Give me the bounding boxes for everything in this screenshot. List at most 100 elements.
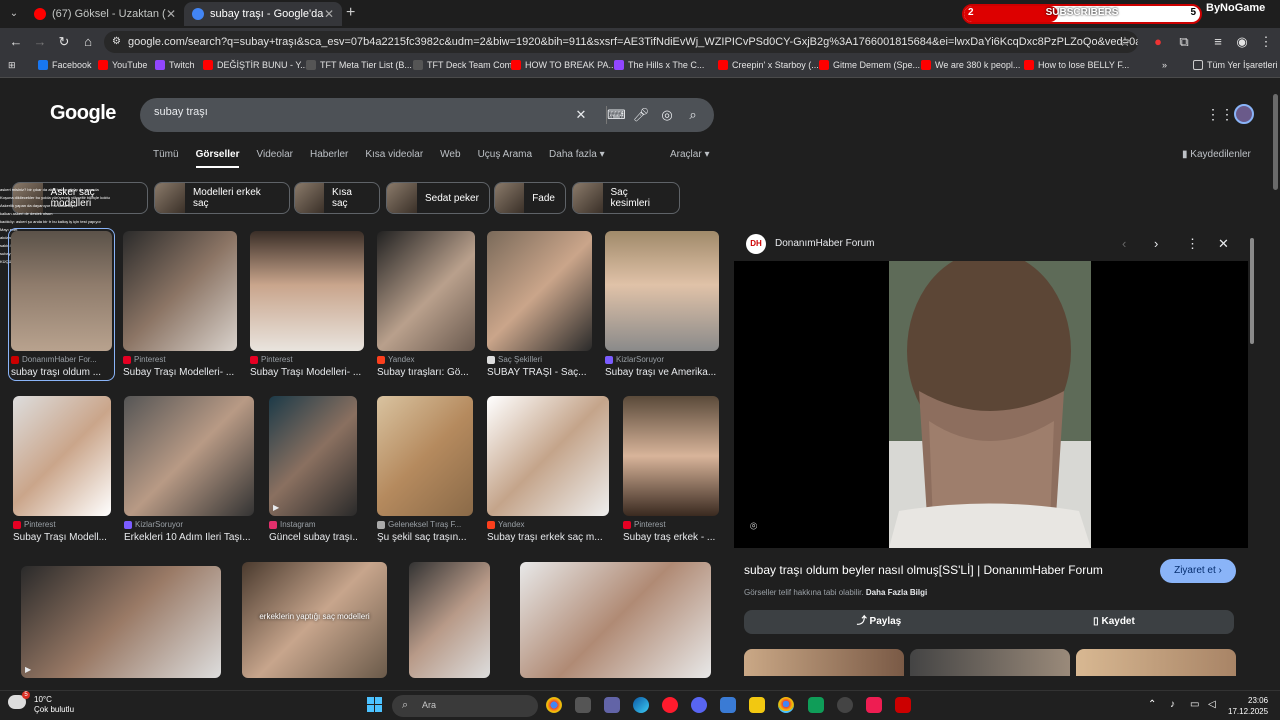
- discord-icon[interactable]: [691, 697, 707, 713]
- page-scroll-thumb[interactable]: [1273, 94, 1278, 190]
- mail-icon[interactable]: [720, 697, 736, 713]
- save-button[interactable]: ▯ Kaydet: [994, 610, 1234, 634]
- close-icon[interactable]: ✕: [1218, 236, 1229, 252]
- more-options-icon[interactable]: ⋮: [1186, 236, 1199, 252]
- tab-web[interactable]: Web: [440, 149, 460, 168]
- reload-icon[interactable]: ↻: [56, 34, 72, 50]
- chrome-icon[interactable]: [546, 697, 562, 713]
- site-info-icon[interactable]: ⚙: [112, 36, 121, 47]
- result-item[interactable]: ▶ Instagram Güncel subay traşı...: [269, 396, 357, 543]
- bookmark-item[interactable]: YouTube: [98, 60, 147, 70]
- chip-sedat[interactable]: Sedat peker: [386, 182, 490, 214]
- menu-icon[interactable]: ⋮: [1258, 34, 1274, 50]
- volume-icon[interactable]: ◁: [1208, 699, 1216, 710]
- search-input[interactable]: [154, 106, 554, 118]
- forward-icon[interactable]: →: [32, 34, 48, 50]
- lens-search-icon[interactable]: ⌾: [750, 519, 757, 534]
- bookmark-item[interactable]: The Hills x The C...: [614, 60, 704, 70]
- tab-search-icon[interactable]: ⌄: [6, 6, 22, 22]
- visit-button[interactable]: Ziyaret et ›: [1160, 559, 1236, 583]
- mic-tray-icon[interactable]: ♪: [1170, 699, 1175, 710]
- saved-button[interactable]: ▮ Kaydedilenler: [1182, 149, 1251, 160]
- result-item[interactable]: KizlarSoruyor Subay traşı ve Amerika...: [605, 231, 719, 378]
- bookmark-item[interactable]: How to lose BELLY F...: [1024, 60, 1129, 70]
- bookmark-item[interactable]: TFT Deck Team Com...: [413, 60, 520, 70]
- result-item[interactable]: Saç Şekilleri SUBAY TRAŞI - Saç...: [487, 231, 592, 378]
- result-item[interactable]: [520, 562, 711, 678]
- youtube-music-icon[interactable]: [895, 697, 911, 713]
- bookmark-item[interactable]: Facebook: [38, 60, 92, 70]
- weather-widget[interactable]: 5 10°C Çok bulutlu: [8, 691, 74, 714]
- result-item[interactable]: ▶: [21, 566, 221, 678]
- keyboard-icon[interactable]: ⌨: [606, 106, 626, 124]
- address-bar[interactable]: ⚙ google.com/search?q=subay+traşı&sca_es…: [104, 31, 1138, 53]
- search-icon[interactable]: ⌕: [684, 106, 702, 124]
- green-app-icon[interactable]: [808, 697, 824, 713]
- result-item[interactable]: Pinterest Subay Traşı Modelleri- ...: [250, 231, 364, 378]
- profile-icon[interactable]: ◉: [1234, 34, 1250, 50]
- related-image[interactable]: [1076, 649, 1236, 676]
- clear-icon[interactable]: ✕: [572, 106, 590, 124]
- tab-images[interactable]: Görseller: [195, 149, 240, 168]
- reading-list-icon[interactable]: ≡: [1210, 34, 1226, 50]
- result-item[interactable]: Pinterest Subay traş erkek - ...: [623, 396, 719, 543]
- close-icon[interactable]: ✕: [324, 7, 334, 21]
- chip-fade[interactable]: Fade: [494, 182, 566, 214]
- close-icon[interactable]: ✕: [166, 7, 176, 21]
- related-image[interactable]: [910, 649, 1070, 676]
- mic-icon[interactable]: 🎤︎: [632, 106, 650, 124]
- tab-videos[interactable]: Videolar: [256, 149, 293, 168]
- tab-short-videos[interactable]: Kısa videolar: [365, 149, 423, 168]
- panel-title[interactable]: subay traşı oldum beyler nasıl olmuş[SS'…: [744, 563, 1103, 577]
- home-icon[interactable]: ⌂: [80, 34, 96, 50]
- bookmark-item[interactable]: Gitme Demem (Spe...: [819, 60, 920, 70]
- file-explorer-icon[interactable]: [749, 697, 765, 713]
- chrome-active-icon[interactable]: [778, 697, 794, 713]
- tools-button[interactable]: Araçlar ▾: [670, 149, 709, 160]
- avatar[interactable]: [1234, 104, 1254, 124]
- app-icon[interactable]: [837, 697, 853, 713]
- tray-overflow-icon[interactable]: ⌃: [1148, 699, 1156, 710]
- system-clock[interactable]: 23:06 17.12.2025: [1228, 695, 1268, 717]
- calculator-icon[interactable]: [575, 697, 591, 713]
- result-item[interactable]: Pinterest Subay Traşı Modelleri- ...: [123, 231, 237, 378]
- all-bookmarks[interactable]: Tüm Yer İşaretleri: [1193, 60, 1278, 70]
- bookmark-item[interactable]: DEĞİŞTİR BUNU - Y...: [203, 60, 308, 70]
- chip-sac[interactable]: Saç kesimleri: [572, 182, 680, 214]
- tab-all[interactable]: Tümü: [153, 149, 179, 168]
- site-name[interactable]: DonanımHaber Forum: [775, 238, 874, 249]
- panel-scrollbar[interactable]: [1248, 228, 1256, 676]
- windows-start-icon[interactable]: [367, 697, 383, 713]
- tab-more[interactable]: Daha fazla ▾: [549, 149, 605, 168]
- opera-icon[interactable]: [662, 697, 678, 713]
- tab-youtube[interactable]: (67) Göksel - Uzaktan (Official V ✕: [26, 2, 184, 26]
- related-image[interactable]: [744, 649, 904, 676]
- panel-scroll-thumb[interactable]: [1250, 238, 1254, 344]
- extension-red-icon[interactable]: ●: [1150, 34, 1166, 50]
- teams-icon[interactable]: [604, 697, 620, 713]
- bookmark-item[interactable]: Creepin' x Starboy (...: [718, 60, 819, 70]
- more-info-link[interactable]: Daha Fazla Bilgi: [866, 588, 927, 597]
- tab-news[interactable]: Haberler: [310, 149, 348, 168]
- tab-google[interactable]: subay traşı - Google'da Ara ✕: [184, 2, 342, 26]
- result-item[interactable]: [409, 562, 490, 678]
- preview-photo[interactable]: [889, 261, 1091, 548]
- back-icon[interactable]: ←: [8, 34, 24, 50]
- lens-icon[interactable]: ◎: [658, 106, 676, 124]
- share-button[interactable]: ⤴ Paylaş: [744, 610, 1014, 634]
- page-scrollbar[interactable]: [1270, 82, 1280, 682]
- result-item[interactable]: Yandex Subay tıraşları: Gö...: [377, 231, 475, 378]
- next-icon[interactable]: ›: [1154, 236, 1158, 251]
- taskbar-search[interactable]: ⌕ Ara: [392, 695, 538, 717]
- bookmark-item[interactable]: TFT Meta Tier List (B...: [306, 60, 412, 70]
- result-item[interactable]: erkeklerin yaptığı saç modelleri: [242, 562, 387, 678]
- bookmark-item[interactable]: We are 380 k peopl...: [921, 60, 1020, 70]
- bookmark-star-icon[interactable]: ☆: [1117, 34, 1133, 50]
- result-item[interactable]: Yandex Subay traşı erkek saç m...: [487, 396, 609, 543]
- tiktok-icon[interactable]: [866, 697, 882, 713]
- result-item[interactable]: Geleneksel Tıraş F... Şu şekil saç traşı…: [377, 396, 473, 543]
- chip-kisa[interactable]: Kısa saç: [294, 182, 380, 214]
- edge-icon[interactable]: [633, 697, 649, 713]
- extensions-icon[interactable]: ⧉: [1176, 34, 1192, 50]
- previous-icon[interactable]: ‹: [1122, 236, 1126, 251]
